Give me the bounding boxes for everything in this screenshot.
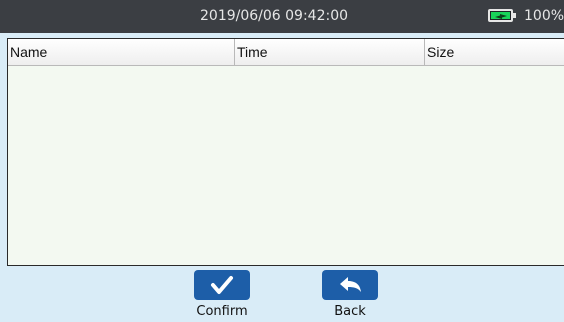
confirm-button[interactable]: Confirm (187, 270, 257, 322)
file-table[interactable]: Name Time Size (7, 38, 564, 266)
battery-percentage: 100% (524, 8, 564, 24)
checkmark-icon (194, 270, 250, 300)
file-browser-screen: 2019/06/06 09:42:00 100% Name Time Size … (0, 0, 564, 322)
table-body (8, 66, 564, 265)
column-header-name[interactable]: Name (8, 39, 234, 65)
status-bar: 2019/06/06 09:42:00 100% (0, 0, 564, 33)
battery-charging-icon (488, 9, 516, 22)
column-header-size[interactable]: Size (424, 39, 564, 65)
back-arrow-icon (322, 270, 378, 300)
column-header-time[interactable]: Time (234, 39, 424, 65)
battery-fill (491, 12, 510, 19)
table-header: Name Time Size (8, 39, 564, 66)
status-datetime: 2019/06/06 09:42:00 (200, 8, 349, 24)
charging-bolt-icon (495, 14, 507, 19)
confirm-label: Confirm (196, 304, 248, 319)
back-label: Back (334, 304, 366, 319)
bottom-toolbar: Confirm Back (0, 267, 564, 322)
back-button[interactable]: Back (315, 270, 385, 322)
